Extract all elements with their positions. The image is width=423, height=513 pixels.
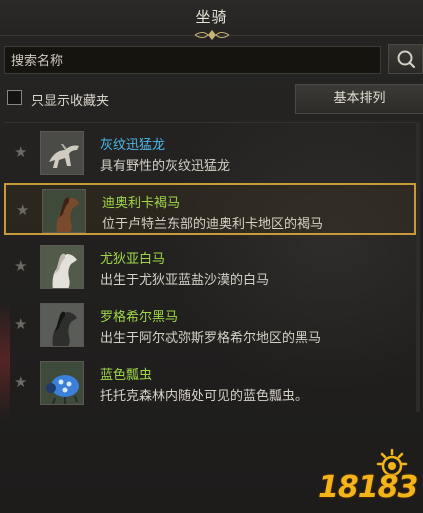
favorite-star-icon[interactable]: ★: [14, 257, 27, 275]
favorite-star-icon[interactable]: ★: [16, 201, 29, 219]
mount-description: 位于卢特兰东部的迪奥利卡地区的褐马: [102, 217, 324, 232]
favorites-only-label: 只显示收藏夹: [31, 94, 110, 109]
mount-name: 迪奥利卡褐马: [102, 196, 181, 211]
list-scrollbar[interactable]: [416, 122, 420, 412]
header-ornament-icon: [195, 30, 229, 40]
mount-list: ★ 灰纹迅猛龙 具有野性的灰纹迅猛龙 ★ 迪奥利卡褐马 位于卢特兰东部的迪奥利卡…: [4, 122, 416, 422]
favorite-star-icon[interactable]: ★: [14, 143, 27, 161]
white-horse-icon: [40, 245, 84, 289]
mount-description: 具有野性的灰纹迅猛龙: [100, 159, 231, 174]
favorite-star-icon[interactable]: ★: [14, 315, 27, 333]
brown-horse-icon: [42, 189, 86, 233]
mount-list-item[interactable]: ★ 蓝色瓢虫 托托克森林内随处可见的蓝色瓢虫。: [4, 357, 416, 409]
favorites-only-checkbox[interactable]: [7, 90, 22, 105]
sort-button[interactable]: 基本排列: [295, 84, 423, 114]
site-watermark: 18183: [318, 440, 423, 513]
mount-name: 罗格希尔黑马: [100, 310, 179, 325]
mount-name: 灰纹迅猛龙: [100, 138, 166, 153]
black-horse-icon: [40, 303, 84, 347]
watermark-text: 18183: [318, 470, 418, 505]
search-button[interactable]: [388, 44, 423, 74]
ladybug-icon: [40, 361, 84, 405]
mount-name: 尤狄亚白马: [100, 252, 166, 267]
mount-list-item[interactable]: ★ 灰纹迅猛龙 具有野性的灰纹迅猛龙: [4, 127, 416, 179]
mount-panel: 坐骑 只显示收藏夹 基本排列 ★ 灰纹迅猛龙 具有野性的灰纹迅猛龙: [0, 0, 423, 513]
mount-list-item[interactable]: ★ 尤狄亚白马 出生于尤狄亚蓝盐沙漠的白马: [4, 241, 416, 293]
mount-description: 出生于尤狄亚蓝盐沙漠的白马: [100, 273, 270, 288]
mount-list-item[interactable]: ★ 迪奥利卡褐马 位于卢特兰东部的迪奥利卡地区的褐马: [4, 183, 416, 235]
favorite-star-icon[interactable]: ★: [14, 373, 27, 391]
panel-title: 坐骑: [195, 8, 228, 26]
search-input[interactable]: [4, 46, 381, 74]
search-icon: [397, 50, 416, 69]
raptor-icon: [40, 131, 84, 175]
mount-description: 托托克森林内随处可见的蓝色瓢虫。: [100, 389, 309, 404]
mount-description: 出生于阿尔忒弥斯罗格希尔地区的黑马: [100, 331, 322, 346]
mount-name: 蓝色瓢虫: [100, 368, 153, 383]
mount-list-item[interactable]: ★ 罗格希尔黑马 出生于阿尔忒弥斯罗格希尔地区的黑马: [4, 299, 416, 351]
